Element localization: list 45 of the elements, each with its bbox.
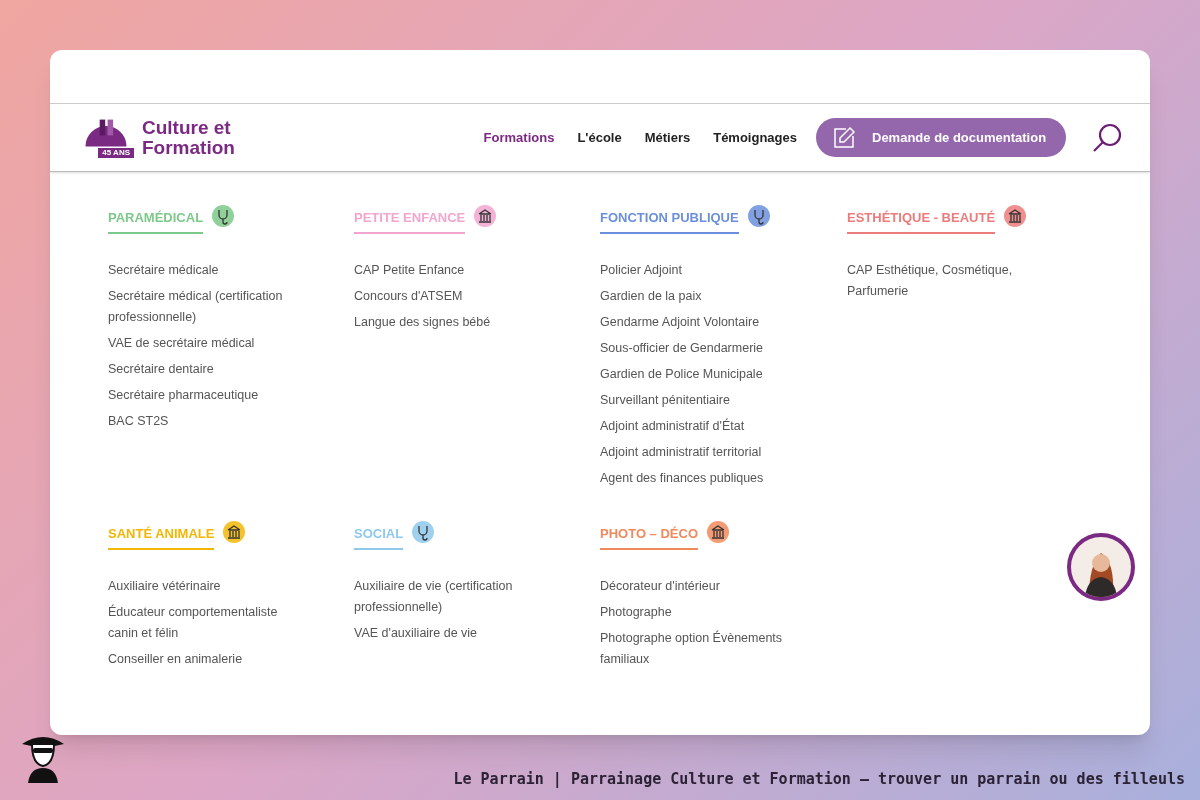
menu-link[interactable]: Secrétaire médicale bbox=[108, 259, 293, 281]
menu-link[interactable]: BAC ST2S bbox=[108, 410, 293, 432]
menu-link[interactable]: Gardien de Police Municipale bbox=[600, 363, 785, 385]
menu-link[interactable]: Surveillant pénitentiaire bbox=[600, 389, 785, 411]
search-icon[interactable] bbox=[1092, 122, 1122, 153]
menu-link[interactable]: Auxiliaire de vie (certification professionnelle) bbox=[354, 575, 539, 618]
nav-link[interactable]: L'école bbox=[577, 127, 622, 148]
logo-text: Culture et bbox=[142, 117, 232, 138]
category-icon bbox=[706, 520, 730, 544]
menu-link[interactable]: Secrétaire médical (certification professionnelle) bbox=[108, 285, 293, 328]
menu-link[interactable]: Conseiller en animalerie bbox=[108, 648, 293, 670]
category-icon bbox=[211, 204, 236, 228]
menu-link[interactable]: Auxiliaire vétérinaire bbox=[108, 575, 293, 597]
menu-link[interactable]: CAP Petite Enfance bbox=[354, 259, 539, 281]
category-icon bbox=[411, 520, 436, 544]
category-icon bbox=[222, 520, 247, 544]
anniversary-label: 45 ANS bbox=[98, 147, 134, 158]
edit-icon bbox=[832, 125, 856, 150]
logo-text: Formation bbox=[142, 137, 235, 158]
menu-link[interactable]: Photographe bbox=[600, 601, 785, 623]
menu-link[interactable]: Concours d'ATSEM bbox=[354, 285, 539, 307]
menu-link[interactable]: Adjoint administratif d'État bbox=[600, 415, 785, 437]
menu-link[interactable]: Sous-officier de Gendarmerie bbox=[600, 337, 785, 359]
nav-link[interactable]: Formations bbox=[483, 127, 555, 148]
menu-link[interactable]: Secrétaire pharmaceutique bbox=[108, 384, 293, 406]
caption: Le Parrain | Parrainage Culture et Formation — trouver un parrain ou des filleuls bbox=[453, 769, 1185, 790]
menu-link[interactable]: Éducateur comportementaliste canin et félin bbox=[108, 601, 293, 644]
menu-link[interactable]: Gendarme Adjoint Volontaire bbox=[600, 311, 785, 333]
menu-link[interactable]: Décorateur d'intérieur bbox=[600, 575, 785, 597]
menu-link[interactable]: Langue des signes bébé bbox=[354, 311, 539, 333]
menu-link[interactable]: Secrétaire dentaire bbox=[108, 358, 293, 380]
menu-link[interactable]: VAE d'auxiliaire de vie bbox=[354, 622, 539, 644]
menu-link[interactable]: CAP Esthétique, Cosmétique, Parfumerie bbox=[847, 259, 1032, 302]
menu-link[interactable]: Agent des finances publiques bbox=[600, 467, 785, 489]
menu-link[interactable]: VAE de secrétaire médical bbox=[108, 332, 293, 354]
menu-link[interactable]: Gardien de la paix bbox=[600, 285, 785, 307]
category-icon bbox=[1003, 204, 1028, 228]
menu-link[interactable]: Photographe option Évènements familiaux bbox=[600, 627, 785, 670]
menu-link[interactable]: Adjoint administratif territorial bbox=[600, 441, 785, 463]
category-icon bbox=[473, 204, 498, 228]
menu-link[interactable]: Policier Adjoint bbox=[600, 259, 785, 281]
nav-link[interactable]: Témoignages bbox=[713, 127, 797, 148]
category-icon bbox=[746, 204, 771, 228]
documentation-button[interactable]: Demande de documentation bbox=[816, 118, 1066, 157]
nav-link[interactable]: Métiers bbox=[644, 127, 691, 148]
